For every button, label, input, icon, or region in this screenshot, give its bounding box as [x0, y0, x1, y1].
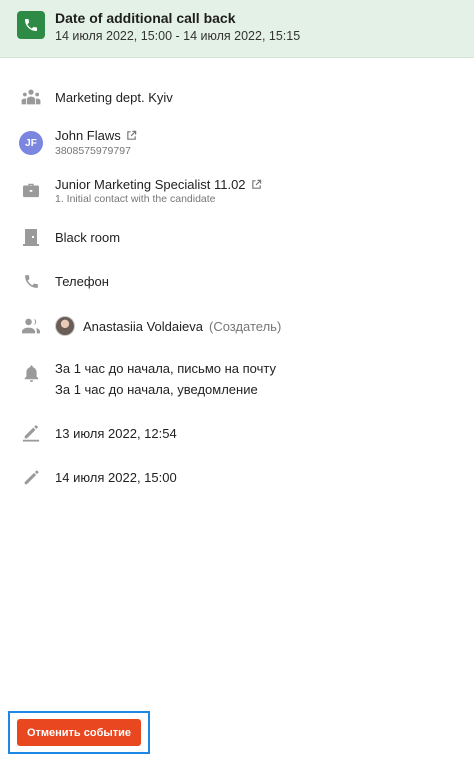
- cancel-event-button[interactable]: Отменить событие: [17, 719, 141, 746]
- phone-icon: [20, 270, 42, 292]
- updated-row: 14 июля 2022, 15:00: [0, 465, 474, 487]
- candidate-avatar: JF: [19, 131, 43, 155]
- call-type-label: Телефон: [55, 274, 109, 289]
- bell-icon: [20, 362, 42, 384]
- created-row: 13 июля 2022, 12:54: [0, 421, 474, 443]
- pencil-icon: [20, 466, 42, 488]
- department-row: Marketing dept. Kyiv: [0, 86, 474, 108]
- users-icon: [20, 315, 42, 337]
- participant-avatar: [55, 316, 75, 336]
- reminder-item: За 1 час до начала, уведомление: [55, 382, 258, 397]
- candidate-phone: 3808575979797: [55, 145, 131, 157]
- candidate-row: JF John Flaws 3808575979797: [0, 128, 474, 160]
- briefcase-icon: [20, 179, 42, 201]
- updated-datetime: 14 июля 2022, 15:00: [55, 470, 177, 485]
- team-icon: [20, 86, 42, 108]
- reminder-item: За 1 час до начала, письмо на почту: [55, 361, 276, 376]
- created-datetime: 13 июля 2022, 12:54: [55, 426, 177, 441]
- participant-row: Anastasiia Voldaieva (Создатель): [0, 314, 474, 338]
- department-label: Marketing dept. Kyiv: [55, 90, 173, 105]
- external-link-icon[interactable]: [126, 129, 137, 144]
- event-title: Date of additional call back: [55, 10, 236, 26]
- external-link-icon[interactable]: [251, 178, 262, 193]
- reminders-row: За 1 час до начала, письмо на почту За 1…: [0, 358, 474, 402]
- participant-name: Anastasiia Voldaieva: [83, 319, 203, 334]
- door-icon: [20, 226, 42, 248]
- vacancy-row: Junior Marketing Specialist 11.02 1. Ini…: [0, 176, 474, 208]
- vacancy-title-link[interactable]: Junior Marketing Specialist 11.02: [55, 177, 246, 192]
- candidate-name-link[interactable]: John Flaws: [55, 128, 121, 143]
- event-datetime: 14 июля 2022, 15:00 - 14 июля 2022, 15:1…: [55, 29, 301, 43]
- phone-icon: [17, 11, 45, 39]
- room-row: Black room: [0, 226, 474, 248]
- call-type-row: Телефон: [0, 270, 474, 292]
- vacancy-stage: 1. Initial contact with the candidate: [55, 193, 216, 205]
- participant-role: (Создатель): [208, 319, 282, 334]
- edit-icon: [20, 422, 42, 444]
- event-header: Date of additional call back 14 июля 202…: [0, 0, 474, 58]
- room-label: Black room: [55, 230, 121, 245]
